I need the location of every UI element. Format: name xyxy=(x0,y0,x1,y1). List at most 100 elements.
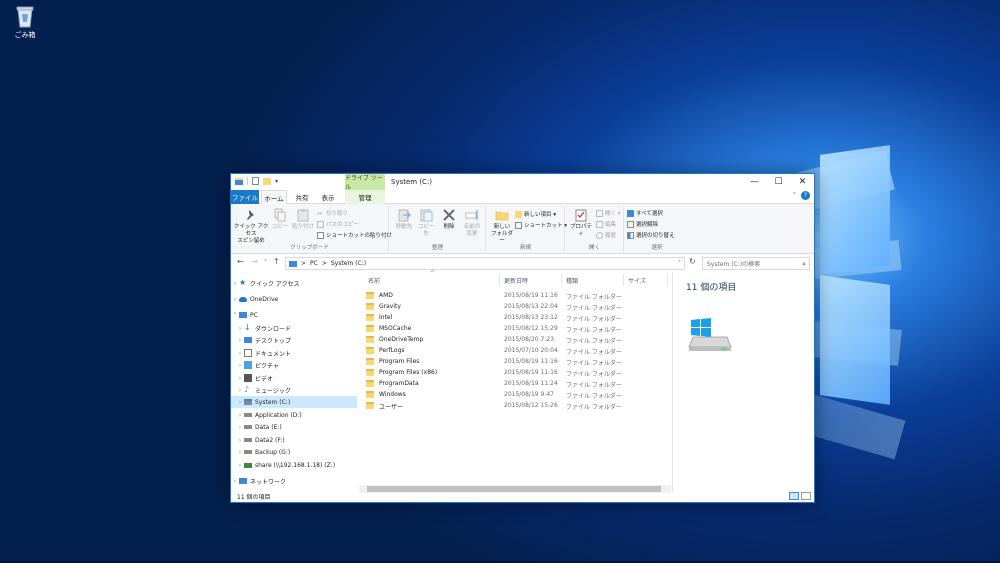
close-button[interactable]: ✕ xyxy=(791,174,814,190)
expand-chevron-icon[interactable]: › xyxy=(236,399,244,406)
search-input[interactable]: System (C:)の検索 ⌕ xyxy=(702,257,810,270)
nav-quick-access[interactable]: › ★ クイック アクセス xyxy=(231,277,357,289)
delete-button[interactable]: 削除 xyxy=(440,208,458,231)
up-arrow-icon[interactable]: ↑ xyxy=(273,257,280,266)
column-header-name[interactable]: 名前 xyxy=(364,274,500,286)
copy-button[interactable]: コピー xyxy=(271,208,289,231)
folder-icon xyxy=(366,380,374,387)
delete-label: 削除 xyxy=(443,224,455,230)
paste-shortcut-label: ショートカットの貼り付け xyxy=(326,233,393,239)
file-row[interactable]: AMD 2015/08/19 11:16 ファイル フォルダー xyxy=(358,290,672,301)
new-item-button[interactable]: 新しい項目 ▾ xyxy=(515,210,556,218)
nav-pc[interactable]: ˅ PC xyxy=(231,309,357,321)
select-none-button[interactable]: 選択解除 xyxy=(627,220,658,228)
copy-path-button[interactable]: パスのコピー xyxy=(317,220,359,228)
expand-chevron-icon[interactable]: › xyxy=(236,449,244,456)
file-row[interactable]: Windows 2015/08/19 9:47 ファイル フォルダー xyxy=(358,389,672,400)
nav-documents[interactable]: › ドキュメント xyxy=(231,347,357,359)
select-all-button[interactable]: すべて選択 xyxy=(627,209,663,217)
expand-chevron-icon[interactable]: › xyxy=(236,437,244,444)
expand-chevron-icon[interactable]: › xyxy=(231,478,239,485)
minimize-button[interactable]: — xyxy=(743,174,766,190)
expand-chevron-icon[interactable]: › xyxy=(236,325,244,332)
new-folder-qat-icon[interactable] xyxy=(263,177,271,185)
shortcut-button[interactable]: ショートカット ▾ xyxy=(515,221,567,229)
nav-music[interactable]: › ♪ ミュージック xyxy=(231,384,357,396)
nav-label: Application (D:) xyxy=(255,411,302,419)
nav-share-z[interactable]: › share (\\192.168.1.18) (Z:) xyxy=(231,459,357,471)
file-row[interactable]: MSOCache 2015/08/12 15:29 ファイル フォルダー xyxy=(358,323,672,334)
tab-share[interactable]: 共有 xyxy=(291,190,313,204)
file-row[interactable]: Program Files (x86) 2015/08/19 11:16 ファイル … xyxy=(358,367,672,378)
file-row[interactable]: Intel 2015/08/13 23:12 ファイル フォルダー xyxy=(358,312,672,323)
customize-qat-icon[interactable]: ▾ xyxy=(275,178,278,185)
recycle-bin-icon xyxy=(15,4,35,28)
expand-chevron-icon[interactable]: › xyxy=(236,350,244,357)
nav-application-d[interactable]: › Application (D:) xyxy=(231,409,357,421)
nav-data2-f[interactable]: › Data2 (F:) xyxy=(231,434,357,446)
nav-system-c[interactable]: › System (C:) xyxy=(231,396,357,408)
path-segment-drive[interactable]: System (C:) xyxy=(331,260,366,267)
search-icon[interactable]: ⌕ xyxy=(802,260,806,269)
file-row[interactable]: ユーザー 2015/08/12 15:26 ファイル フォルダー xyxy=(358,400,672,411)
rename-button[interactable]: 名前の 変更 xyxy=(460,208,484,238)
tab-home[interactable]: ホーム xyxy=(261,190,287,205)
tab-manage[interactable]: 管理 xyxy=(345,190,385,204)
expand-chevron-icon[interactable]: › xyxy=(231,296,239,303)
collapse-ribbon-icon[interactable]: ˅ xyxy=(793,192,797,200)
back-arrow-icon[interactable]: ← xyxy=(237,257,244,266)
copy-to-button[interactable]: コピー先 xyxy=(416,208,436,238)
expand-chevron-icon[interactable]: › xyxy=(236,424,244,431)
help-icon[interactable]: ? xyxy=(801,191,810,200)
properties-qat-icon[interactable] xyxy=(252,177,259,185)
paste-shortcut-button[interactable]: ショートカットの貼り付け xyxy=(317,231,392,239)
properties-button[interactable]: プロパティ xyxy=(568,208,594,238)
nav-onedrive[interactable]: › OneDrive xyxy=(231,293,357,305)
details-view-icon[interactable] xyxy=(789,492,799,500)
column-header-size[interactable]: サイズ xyxy=(624,274,668,286)
nav-network[interactable]: › ネットワーク xyxy=(231,475,357,487)
nav-data-e[interactable]: › Data (E:) xyxy=(231,421,357,433)
nav-downloads[interactable]: › ↓ ダウンロード xyxy=(231,322,357,334)
nav-videos[interactable]: › ビデオ xyxy=(231,372,357,384)
address-dropdown-icon[interactable]: ˅ xyxy=(678,260,681,267)
open-button[interactable]: 開く ▾ xyxy=(596,209,621,217)
column-header-date[interactable]: 更新日時 xyxy=(500,274,562,286)
cut-button[interactable]: ✂ 切り取り xyxy=(317,209,348,218)
address-field[interactable]: > PC > System (C:) ˅ xyxy=(285,257,685,270)
expand-chevron-icon[interactable]: › xyxy=(236,412,244,419)
expand-chevron-icon[interactable]: › xyxy=(236,462,244,469)
nav-backup-g[interactable]: › Backup (G:) xyxy=(231,446,357,458)
tab-file[interactable]: ファイル xyxy=(231,190,259,204)
expand-chevron-icon[interactable]: › xyxy=(236,362,244,369)
expand-chevron-icon[interactable]: › xyxy=(231,280,239,287)
column-header-type[interactable]: 種類 xyxy=(562,274,624,286)
refresh-icon[interactable]: ↻ xyxy=(689,257,696,266)
paste-button[interactable]: 貼り付け xyxy=(291,208,315,231)
maximize-button[interactable]: ☐ xyxy=(767,174,790,190)
file-row[interactable]: OneDriveTemp 2015/08/20 7:23 ファイル フォルダー xyxy=(358,334,672,345)
new-folder-button[interactable]: 新しい フォルダー xyxy=(489,208,515,245)
path-segment-pc[interactable]: PC xyxy=(310,260,318,267)
nav-desktop[interactable]: › デスクトップ xyxy=(231,334,357,346)
file-row[interactable]: PerfLogs 2015/07/10 20:04 ファイル フォルダー xyxy=(358,345,672,356)
network-icon xyxy=(239,478,247,484)
expand-chevron-icon[interactable]: › xyxy=(236,375,244,382)
expand-chevron-icon[interactable]: › xyxy=(236,387,244,394)
file-row[interactable]: Gravity 2015/08/13 22:04 ファイル フォルダー xyxy=(358,301,672,312)
recycle-bin[interactable]: ごみ箱 xyxy=(10,4,40,40)
large-icons-view-icon[interactable] xyxy=(801,492,811,500)
recent-locations-icon[interactable]: ˅ xyxy=(264,259,267,266)
file-row[interactable]: ProgramData 2015/08/19 11:24 ファイル フォルダー xyxy=(358,378,672,389)
forward-arrow-icon[interactable]: → xyxy=(251,257,258,266)
nav-pictures[interactable]: › ピクチャ xyxy=(231,359,357,371)
file-row[interactable]: Program Files 2015/08/19 11:16 ファイル フォルダー xyxy=(358,356,672,367)
tab-view[interactable]: 表示 xyxy=(317,190,339,204)
invert-selection-button[interactable]: 選択の切り替え xyxy=(627,231,675,239)
move-to-button[interactable]: 移動先 xyxy=(394,208,414,231)
edit-button[interactable]: 編集 xyxy=(596,220,616,228)
pin-quick-access-button[interactable]: クイック アクセス スピン留め xyxy=(233,208,269,245)
history-button[interactable]: 履歴 xyxy=(596,231,616,239)
collapse-chevron-icon[interactable]: ˅ xyxy=(231,312,239,319)
expand-chevron-icon[interactable]: › xyxy=(236,337,244,344)
